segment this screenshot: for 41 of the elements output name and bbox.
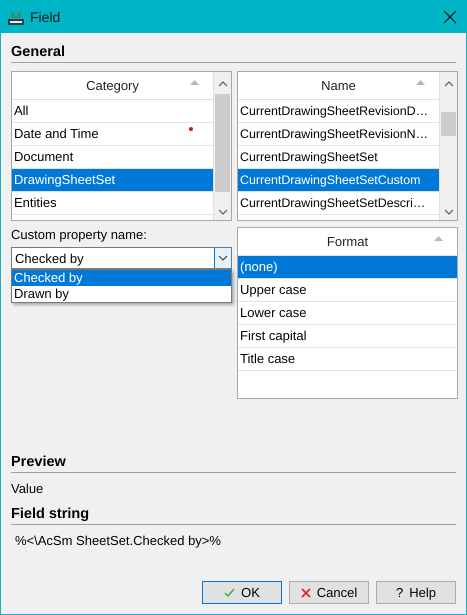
list-item[interactable]: First capital: [238, 325, 457, 348]
list-item[interactable]: Lower case: [238, 302, 457, 325]
list-item[interactable]: (none): [238, 256, 457, 279]
scrollbar[interactable]: [439, 72, 457, 220]
cancel-button[interactable]: Cancel: [289, 581, 369, 604]
x-icon: [300, 588, 311, 598]
column-header[interactable]: Name: [321, 78, 356, 93]
list-item[interactable]: CurrentDrawingSheetSetCustom: [238, 169, 439, 192]
sort-arrow-icon: [416, 80, 425, 85]
scroll-up-icon[interactable]: [444, 81, 454, 87]
close-icon[interactable]: [443, 10, 457, 24]
column-header[interactable]: Category: [86, 78, 139, 93]
window-title: Field: [30, 8, 62, 24]
scroll-up-icon[interactable]: [218, 81, 228, 87]
dropdown-caret-icon[interactable]: [218, 255, 228, 261]
list-item[interactable]: Upper case: [238, 279, 457, 302]
check-icon: [224, 588, 236, 597]
app-logo-icon: [8, 8, 24, 26]
list-item[interactable]: Date and Time: [12, 123, 213, 146]
scroll-down-icon[interactable]: [218, 209, 228, 215]
scrollbar-thumb[interactable]: [215, 94, 230, 192]
scrollbar[interactable]: [213, 72, 231, 220]
scrollbar-thumb[interactable]: [441, 112, 456, 136]
section-heading: General: [11, 44, 65, 60]
list-item[interactable]: DrawingSheetSet: [12, 169, 213, 192]
dropdown-field[interactable]: Checked by: [11, 247, 232, 269]
ok-button[interactable]: OK: [202, 581, 282, 604]
scroll-down-icon[interactable]: [444, 209, 454, 215]
sort-arrow-icon: [434, 236, 443, 241]
section-heading: Preview: [11, 454, 66, 470]
list-item[interactable]: Title case: [238, 348, 457, 371]
column-header[interactable]: Format: [326, 234, 368, 249]
field-label: Custom property name:: [11, 227, 147, 242]
dropdown-option[interactable]: Drawn by: [12, 286, 231, 302]
preview-value: Value: [10, 481, 44, 496]
sort-arrow-icon: [190, 80, 199, 85]
section-heading: Field string: [11, 506, 90, 522]
help-icon: ?: [396, 585, 404, 600]
field-string: %<\AcSm SheetSet.Checked by>%: [14, 533, 222, 548]
help-button[interactable]: ? Help: [376, 581, 456, 604]
dropdown-option[interactable]: Checked by: [12, 270, 231, 286]
